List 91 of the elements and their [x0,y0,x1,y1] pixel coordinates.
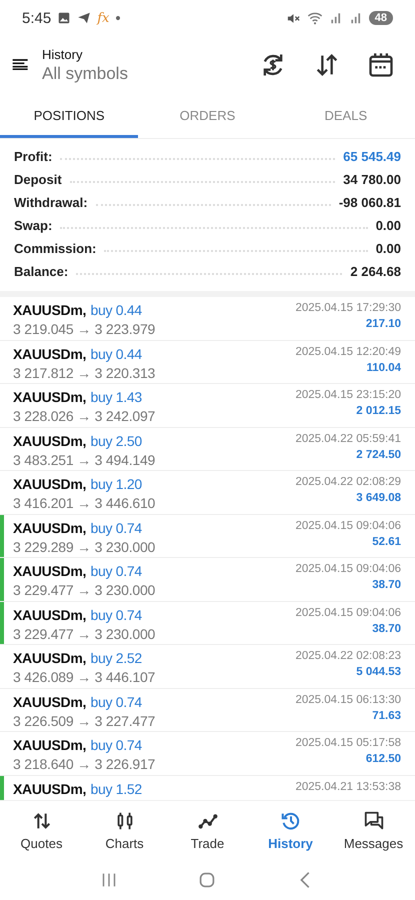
summary-label: Swap: [14,218,52,233]
symbol-name: XAUUSDm, [13,737,86,753]
battery-level: 48 [368,11,393,25]
price-range: 3 229.289 → 3 230.000 [13,538,156,554]
symbol-filter[interactable]: All symbols [42,64,241,84]
trade-volume: buy 0.44 [90,302,142,318]
summary-value: 34 780.00 [343,172,401,187]
app-notification-mark: fx [97,10,110,26]
profit-value: 52.61 [372,536,401,548]
signal-icon [328,11,343,25]
calendar-icon [367,51,395,79]
price-range: 3 229.477 → 3 230.000 [13,582,156,598]
nav-item[interactable]: Trade [166,801,249,859]
timestamp: 2025.04.15 05:17:58 [295,737,401,749]
summary-value: 65 545.49 [343,149,401,164]
nav-item[interactable]: Messages [332,801,415,859]
timestamp: 2025.04.15 12:20:49 [295,346,401,358]
profit-value: 38.70 [372,622,401,634]
tab[interactable]: ORDERS [138,94,277,138]
trade-volume: buy 0.74 [90,563,142,579]
symbol-name: XAUUSDm, [13,346,86,362]
symbol-name: XAUUSDm, [13,694,86,710]
summary-label: Commission: [14,241,96,256]
timestamp: 2025.04.22 05:59:41 [295,432,401,444]
timestamp: 2025.04.15 17:29:30 [295,302,401,314]
tab[interactable]: POSITIONS [0,94,138,138]
tab[interactable]: DEALS [276,94,415,138]
symbol-name: XAUUSDm, [13,780,86,796]
timestamp: 2025.04.15 06:13:30 [295,694,401,706]
summary-value: 2 264.68 [350,264,401,279]
price-range: 3 219.045 → 3 223.979 [13,321,156,337]
price-range: 3 218.640 → 3 226.917 [13,756,156,772]
price-range: 3 426.089 → 3 446.107 [13,669,156,685]
signal-icon [348,11,363,25]
symbol-name: XAUUSDm, [13,302,86,318]
trade-volume: buy 0.74 [90,520,142,536]
profit-value: 38.70 [372,579,401,591]
trade-volume: buy 0.74 [90,606,142,622]
timestamp: 2025.04.22 02:08:23 [295,650,401,662]
trade-volume: buy 0.74 [90,737,142,753]
nav-item[interactable]: Charts [83,801,166,859]
clock: 5:45 [22,10,52,26]
paper-plane-icon [77,11,92,25]
profit-value: 5 044.53 [356,666,401,678]
profit-value: 2 724.50 [356,448,401,460]
trade-volume: buy 1.20 [90,476,142,492]
trade-volume: buy 2.52 [90,650,142,666]
summary-label: Profit: [14,149,52,164]
symbol-name: XAUUSDm, [13,389,86,405]
price-range: 3 483.251 → 3 494.149 [13,452,156,468]
summary-label: Withdrawal: [14,195,88,210]
profit-value: 2 012.15 [356,405,401,417]
profit-value: 3 649.08 [356,492,401,504]
timestamp: 2025.04.15 09:04:06 [295,563,401,575]
wifi-icon [306,10,323,26]
timestamp: 2025.04.15 23:15:20 [295,389,401,401]
notification-dot: • [115,10,121,26]
image-icon [57,11,72,25]
symbol-name: XAUUSDm, [13,432,86,448]
timestamp: 2025.04.15 09:04:06 [295,520,401,532]
symbol-name: XAUUSDm, [13,520,86,536]
symbol-name: XAUUSDm, [13,476,86,492]
screen-title: History [42,46,84,62]
price-range: 3 229.477 → 3 230.000 [13,626,156,642]
timestamp: 2025.04.22 02:08:29 [295,476,401,488]
timestamp: 2025.04.15 09:04:06 [295,606,401,618]
summary-label: Balance: [14,264,68,279]
profit-value: 612.50 [366,753,401,765]
symbol-name: XAUUSDm, [13,650,86,666]
profit-value: 71.63 [372,710,401,722]
trade-volume: buy 0.74 [90,694,142,710]
summary-value: -98 060.81 [338,195,401,210]
price-range: 3 226.509 → 3 227.477 [13,712,156,728]
nav-item[interactable]: History [249,801,332,859]
summary-value: 0.00 [376,241,401,256]
nav-item[interactable]: Quotes [0,801,83,859]
price-range: 3 217.812 → 3 220.313 [13,364,156,380]
symbol-name: XAUUSDm, [13,563,86,579]
profit-value: 217.10 [366,318,401,330]
trade-volume: buy 1.43 [90,389,142,405]
trade-volume: buy 1.52 [90,780,142,796]
summary-value: 0.00 [376,218,401,233]
chat-bubbles-icon [362,810,384,832]
summary-label: Deposit [14,172,62,187]
symbol-name: XAUUSDm, [13,606,86,622]
trade-volume: buy 2.50 [90,432,142,448]
profit-value: 110.04 [366,362,401,374]
trade-volume: buy 0.44 [90,346,142,362]
price-range: 3 416.201 → 3 446.610 [13,495,156,511]
price-range: 3 228.026 → 3 242.097 [13,408,156,424]
timestamp: 2025.04.21 13:53:38 [295,780,401,792]
